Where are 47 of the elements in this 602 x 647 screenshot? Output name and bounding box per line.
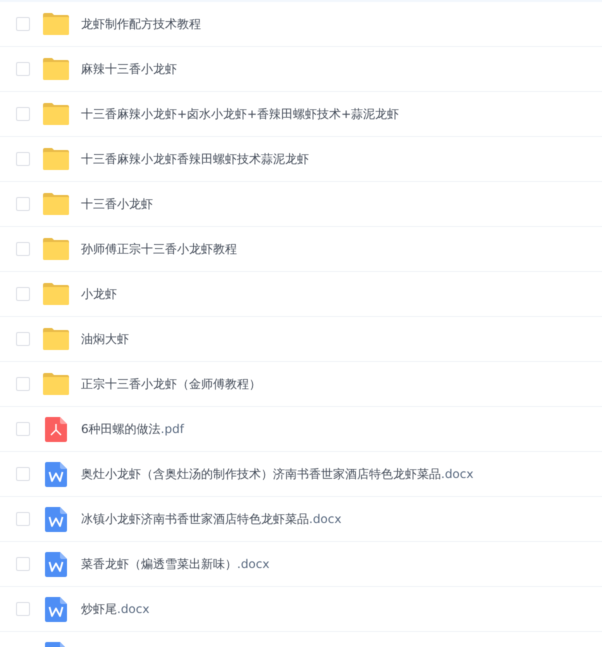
folder-icon bbox=[43, 283, 69, 305]
checkbox[interactable] bbox=[16, 287, 30, 301]
word-document-icon bbox=[45, 506, 67, 532]
checkbox[interactable] bbox=[16, 152, 30, 166]
file-extension: .docx bbox=[309, 512, 342, 526]
folder-icon bbox=[43, 58, 69, 80]
file-extension: .docx bbox=[237, 557, 270, 571]
folder-icon bbox=[43, 193, 69, 215]
file-name[interactable]: 孙师傅正宗十三香小龙虾教程 bbox=[81, 240, 237, 258]
file-name[interactable]: 麻辣十三香小龙虾 bbox=[81, 60, 177, 78]
checkbox[interactable] bbox=[16, 422, 30, 436]
file-name[interactable]: 十三香小龙虾 bbox=[81, 196, 153, 212]
file-extension: .docx bbox=[441, 467, 474, 481]
folder-icon bbox=[43, 103, 69, 125]
word-document-icon bbox=[45, 552, 67, 576]
file-name[interactable]: 正宗十三香小龙虾（金师傅教程） bbox=[81, 376, 261, 392]
checkbox[interactable] bbox=[16, 332, 30, 346]
folder-icon bbox=[43, 13, 69, 35]
folder-icon bbox=[43, 373, 69, 395]
checkbox[interactable] bbox=[16, 242, 30, 256]
checkbox[interactable] bbox=[16, 602, 30, 616]
word-document-icon bbox=[45, 596, 67, 622]
checkbox[interactable] bbox=[16, 197, 30, 211]
checkbox[interactable] bbox=[16, 512, 30, 526]
checkbox[interactable] bbox=[16, 17, 30, 31]
word-document-icon bbox=[45, 462, 67, 486]
checkbox[interactable] bbox=[16, 62, 30, 76]
file-name[interactable]: 十三香麻辣小龙虾+卤水小龙虾+香辣田螺虾技术+蒜泥龙虾 bbox=[81, 106, 400, 122]
folder-icon bbox=[43, 238, 69, 260]
file-name[interactable]: 菜香龙虾（煸透雪菜出新味） bbox=[81, 556, 237, 572]
file-extension: .docx bbox=[117, 602, 150, 616]
folder-icon bbox=[43, 148, 69, 170]
file-name[interactable]: 小龙虾 bbox=[81, 286, 117, 302]
checkbox[interactable] bbox=[16, 467, 30, 481]
file-name[interactable]: 炒虾尾 bbox=[81, 600, 117, 618]
checkbox[interactable] bbox=[16, 107, 30, 121]
file-name[interactable]: 油焖大虾 bbox=[81, 330, 129, 348]
file-name[interactable]: 6种田螺的做法 bbox=[81, 420, 161, 438]
file-name[interactable]: 冰镇小龙虾济南书香世家酒店特色龙虾菜品 bbox=[81, 510, 309, 528]
file-name[interactable]: 十三香麻辣小龙虾香辣田螺虾技术蒜泥龙虾 bbox=[81, 150, 309, 168]
file-extension: .pdf bbox=[160, 422, 184, 436]
folder-icon bbox=[43, 328, 69, 350]
checkbox[interactable] bbox=[16, 557, 30, 571]
file-name[interactable]: 龙虾制作配方技术教程 bbox=[81, 16, 201, 32]
file-name[interactable]: 奥灶小龙虾（含奥灶汤的制作技术）济南书香世家酒店特色龙虾菜品 bbox=[81, 466, 441, 482]
checkbox[interactable] bbox=[16, 377, 30, 391]
pdf-icon bbox=[45, 416, 67, 442]
